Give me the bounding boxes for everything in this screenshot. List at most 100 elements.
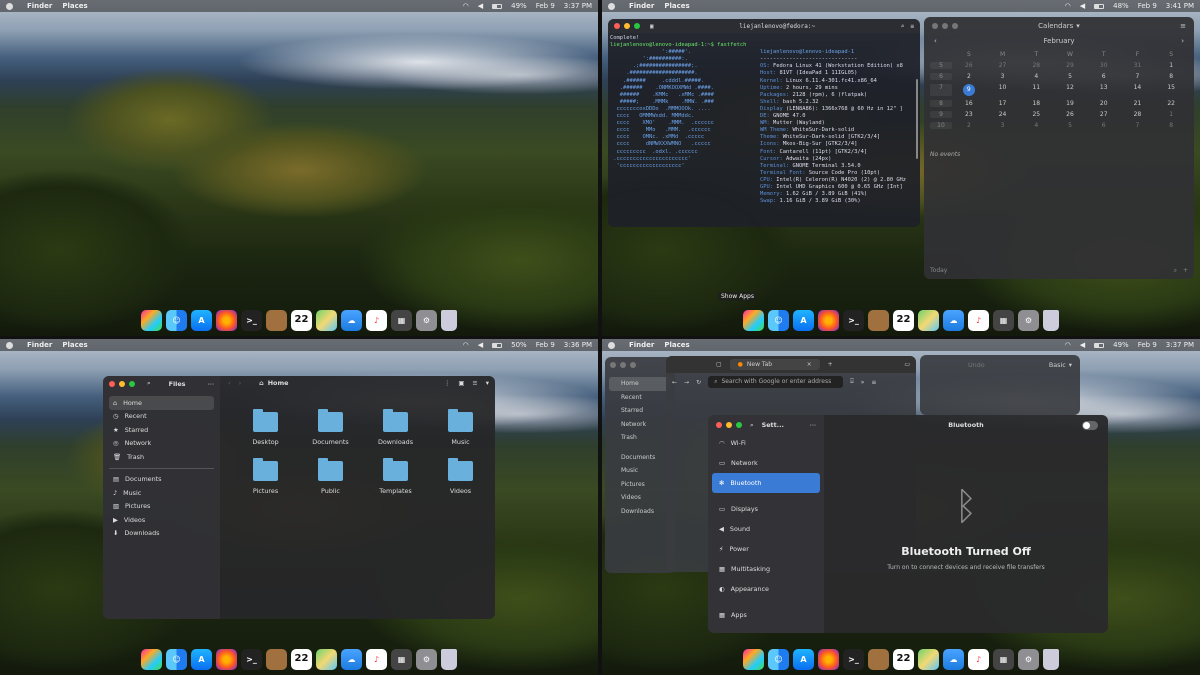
add-event-icon[interactable]: + <box>1183 267 1188 275</box>
menu-icon[interactable]: ≡ <box>910 23 914 30</box>
day-cell[interactable]: 29 <box>1053 62 1087 69</box>
view-list-icon[interactable]: ≡ <box>472 379 477 387</box>
clock-date[interactable]: Feb 9 <box>1138 2 1157 10</box>
dock-terminal-icon[interactable]: >_ <box>241 648 262 670</box>
dock-app-store-icon[interactable]: A <box>191 309 212 331</box>
menu-finder[interactable]: Finder <box>629 341 654 349</box>
dock-weather-icon[interactable]: ☁ <box>943 648 964 670</box>
dock-calendar-icon[interactable]: 22 <box>291 648 312 670</box>
close-button[interactable] <box>610 362 616 368</box>
files-window-background[interactable]: Home Recent Starred Network Trash Documents Mu… <box>605 357 675 573</box>
sidebar-item-documents[interactable]: Documents <box>609 451 671 465</box>
tab-overview-icon[interactable]: ▢ <box>716 361 722 368</box>
search-icon[interactable]: ⌕ <box>901 23 905 30</box>
day-cell[interactable]: 27 <box>1087 111 1121 118</box>
sidebar-item-power[interactable]: ⚡ Power <box>712 539 820 559</box>
battery-icon[interactable] <box>492 342 503 348</box>
forward-icon[interactable]: › <box>239 379 242 387</box>
dock-app-store-icon[interactable]: A <box>191 648 212 670</box>
path-bar[interactable]: ⌂ Home <box>259 379 288 387</box>
menu-places[interactable]: Places <box>664 341 689 349</box>
dock-settings-icon[interactable]: ⚙ <box>416 648 437 670</box>
day-cell[interactable]: 26 <box>1053 111 1087 118</box>
prev-month-icon[interactable]: ‹ <box>934 37 937 45</box>
day-cell[interactable]: 7 <box>1121 73 1155 80</box>
day-cell[interactable]: 3 <box>986 122 1020 129</box>
wifi-icon[interactable]: ◠ <box>1065 2 1071 10</box>
sidebar-item-network[interactable]: Network <box>609 418 671 432</box>
apple-icon[interactable] <box>6 341 13 349</box>
browser-tab[interactable]: ● New Tab × <box>729 359 820 370</box>
new-folder-icon[interactable]: ▣ <box>458 379 464 387</box>
sidebar-item-pictures[interactable]: Pictures <box>609 478 671 492</box>
sidebar-item-multitasking[interactable]: ▦ Multitasking <box>712 559 820 579</box>
dock-finder-icon[interactable]: ☺ <box>768 648 789 670</box>
menu-icon[interactable]: ⋯ <box>810 421 816 429</box>
sidebar-item-starred[interactable]: ★ Starred <box>109 423 214 437</box>
terminal-output[interactable]: Complete! liejanlenovo@lenovo-ideapad-1:~… <box>608 33 920 207</box>
menu-finder[interactable]: Finder <box>27 341 52 349</box>
minimize-button[interactable] <box>624 23 630 29</box>
dock-user-folder-icon[interactable] <box>868 648 889 670</box>
folder-public[interactable]: Public <box>298 458 363 495</box>
minimize-button[interactable] <box>942 23 948 29</box>
address-bar[interactable]: ⌕ Search with Google or enter address <box>708 376 844 388</box>
calendar-window[interactable]: Calendars ▾ ≡ ‹ February › S M T W T F S 5 26 27 28 29 30 3… <box>924 17 1194 279</box>
forward-icon[interactable]: → <box>684 379 689 386</box>
sidebar-item-music[interactable]: Music <box>609 464 671 478</box>
sidebar-item-recent[interactable]: ◷ Recent <box>109 410 214 424</box>
day-cell[interactable]: 22 <box>1154 100 1188 107</box>
dock-calculator-icon[interactable]: ▦ <box>993 309 1014 331</box>
overflow-icon[interactable]: » <box>861 379 865 386</box>
dock-app-store-icon[interactable]: A <box>793 309 814 331</box>
dock-terminal-icon[interactable]: >_ <box>241 309 262 331</box>
sidebar-item-downloads[interactable]: Downloads <box>609 505 671 519</box>
new-tab-icon[interactable]: ▣ <box>650 23 654 30</box>
day-cell[interactable]: 14 <box>1121 84 1155 96</box>
dock-music-icon[interactable]: ♪ <box>968 648 989 670</box>
menu-finder[interactable]: Finder <box>27 2 52 10</box>
folder-pictures[interactable]: Pictures <box>233 458 298 495</box>
chevron-down-icon[interactable]: ▾ <box>1069 361 1072 369</box>
sidebar-item-sound[interactable]: ◀ Sound <box>712 519 820 539</box>
menu-icon[interactable]: ≡ <box>871 379 876 386</box>
dock-terminal-icon[interactable]: >_ <box>843 648 864 670</box>
sidebar-item-music[interactable]: ♪ Music <box>109 486 214 500</box>
dock-terminal-icon[interactable]: >_ <box>843 309 864 331</box>
sidebar-item-home[interactable]: ⌂ Home <box>109 396 214 410</box>
day-cell[interactable]: 13 <box>1087 84 1121 96</box>
day-cell[interactable]: 5 <box>1053 73 1087 80</box>
day-cell[interactable]: 19 <box>1053 100 1087 107</box>
day-cell[interactable]: 10 <box>986 84 1020 96</box>
menu-places[interactable]: Places <box>62 2 87 10</box>
day-cell[interactable]: 11 <box>1019 84 1053 96</box>
volume-icon[interactable]: ◀ <box>478 341 483 349</box>
sidebar-item-videos[interactable]: Videos <box>609 491 671 505</box>
day-cell[interactable]: 28 <box>1121 111 1155 118</box>
clock-time[interactable]: 3:37 PM <box>564 2 592 10</box>
dock-calculator-icon[interactable]: ▦ <box>391 648 412 670</box>
sidebar-item-videos[interactable]: ▶ Videos <box>109 513 214 527</box>
day-cell[interactable]: 26 <box>952 62 986 69</box>
dock-weather-icon[interactable]: ☁ <box>943 309 964 331</box>
day-cell[interactable]: 16 <box>952 100 986 107</box>
dock-finder-icon[interactable]: ☺ <box>768 309 789 331</box>
day-cell[interactable]: 17 <box>986 100 1020 107</box>
folder-downloads[interactable]: Downloads <box>363 409 428 446</box>
maximize-button[interactable] <box>952 23 958 29</box>
dock-launchpad-icon[interactable] <box>743 648 764 670</box>
sidebar-item-documents[interactable]: ▤ Documents <box>109 473 214 487</box>
path-menu-icon[interactable]: ⋮ <box>444 379 450 387</box>
dock-music-icon[interactable]: ♪ <box>366 648 387 670</box>
dock-finder-icon[interactable]: ☺ <box>166 309 187 331</box>
search-icon[interactable]: ⌕ <box>147 379 151 388</box>
status-area[interactable]: ◠ ◀ 50% Feb 9 3:36 PM <box>463 341 592 349</box>
maximize-button[interactable] <box>736 422 742 428</box>
day-cell[interactable]: 8 <box>1154 122 1188 129</box>
wifi-icon[interactable]: ◠ <box>463 341 469 349</box>
dock-trash-icon[interactable] <box>1043 309 1059 331</box>
dock-settings-icon[interactable]: ⚙ <box>1018 309 1039 331</box>
sidebar-item-wifi[interactable]: ◠ Wi-Fi <box>712 433 820 453</box>
day-cell[interactable]: 21 <box>1121 100 1155 107</box>
dock-calculator-icon[interactable]: ▦ <box>993 648 1014 670</box>
